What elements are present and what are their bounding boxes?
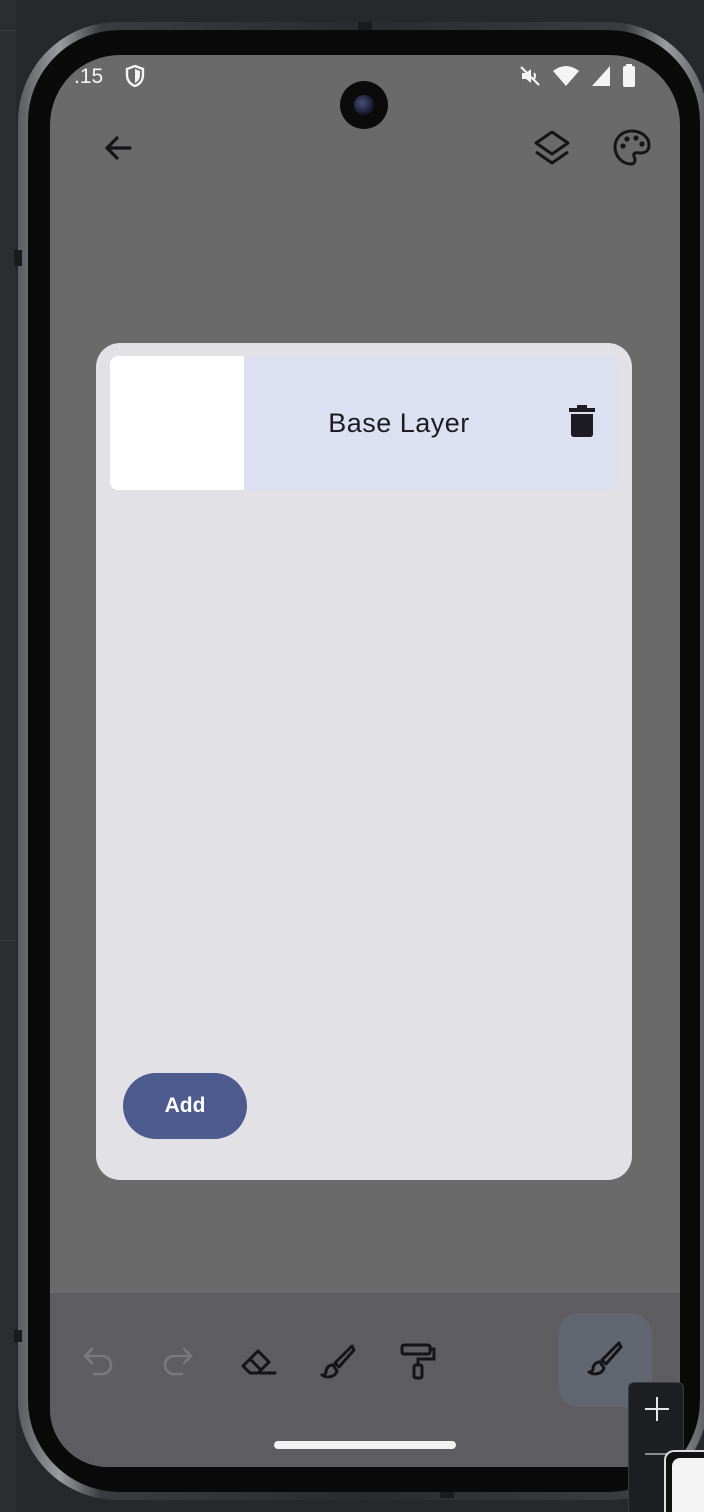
paint-roller-icon — [398, 1341, 438, 1386]
roller-tool-button[interactable] — [390, 1335, 446, 1391]
back-button[interactable] — [94, 126, 142, 174]
arrow-back-icon — [102, 132, 134, 169]
trash-icon — [568, 404, 596, 443]
eraser-tool-button[interactable] — [230, 1335, 286, 1391]
divider — [0, 30, 16, 31]
signal-icon — [590, 64, 612, 93]
brush-icon — [318, 1341, 358, 1386]
brush-tool-button[interactable] — [310, 1335, 366, 1391]
device-screen: .15 Base Layer Add — [50, 55, 680, 1467]
brush-icon — [585, 1338, 625, 1383]
phone-side-button — [14, 250, 22, 266]
wifi-icon — [552, 64, 580, 93]
layer-thumbnail — [110, 356, 244, 490]
plus-icon — [643, 1395, 671, 1428]
redo-icon — [160, 1343, 196, 1384]
layers-button[interactable] — [528, 126, 576, 174]
battery-icon — [622, 64, 636, 93]
layer-item[interactable]: Base Layer — [110, 356, 618, 490]
phone-side-button — [14, 1330, 22, 1342]
shield-icon — [124, 64, 146, 93]
status-time: .15 — [74, 65, 104, 88]
undo-button[interactable] — [70, 1335, 126, 1391]
mute-icon — [518, 64, 542, 93]
delete-layer-button[interactable] — [558, 399, 606, 447]
front-camera — [340, 81, 388, 129]
eraser-icon — [238, 1341, 278, 1386]
palette-button[interactable] — [608, 126, 656, 174]
redo-button[interactable] — [150, 1335, 206, 1391]
status-icons — [518, 64, 636, 93]
divider — [0, 940, 16, 941]
mini-preview-screen — [672, 1458, 704, 1512]
camera-lens — [354, 95, 374, 115]
palette-icon — [612, 128, 652, 173]
layers-icon — [532, 128, 572, 173]
layer-name: Base Layer — [328, 407, 470, 438]
undo-icon — [80, 1343, 116, 1384]
home-indicator[interactable] — [274, 1441, 456, 1449]
emulator-side-panel — [0, 0, 16, 1512]
device-mini-preview[interactable] — [664, 1450, 704, 1512]
add-layer-button[interactable]: Add — [123, 1073, 247, 1139]
zoom-in-button[interactable] — [635, 1389, 679, 1433]
layers-dialog: Base Layer Add — [96, 343, 632, 1180]
